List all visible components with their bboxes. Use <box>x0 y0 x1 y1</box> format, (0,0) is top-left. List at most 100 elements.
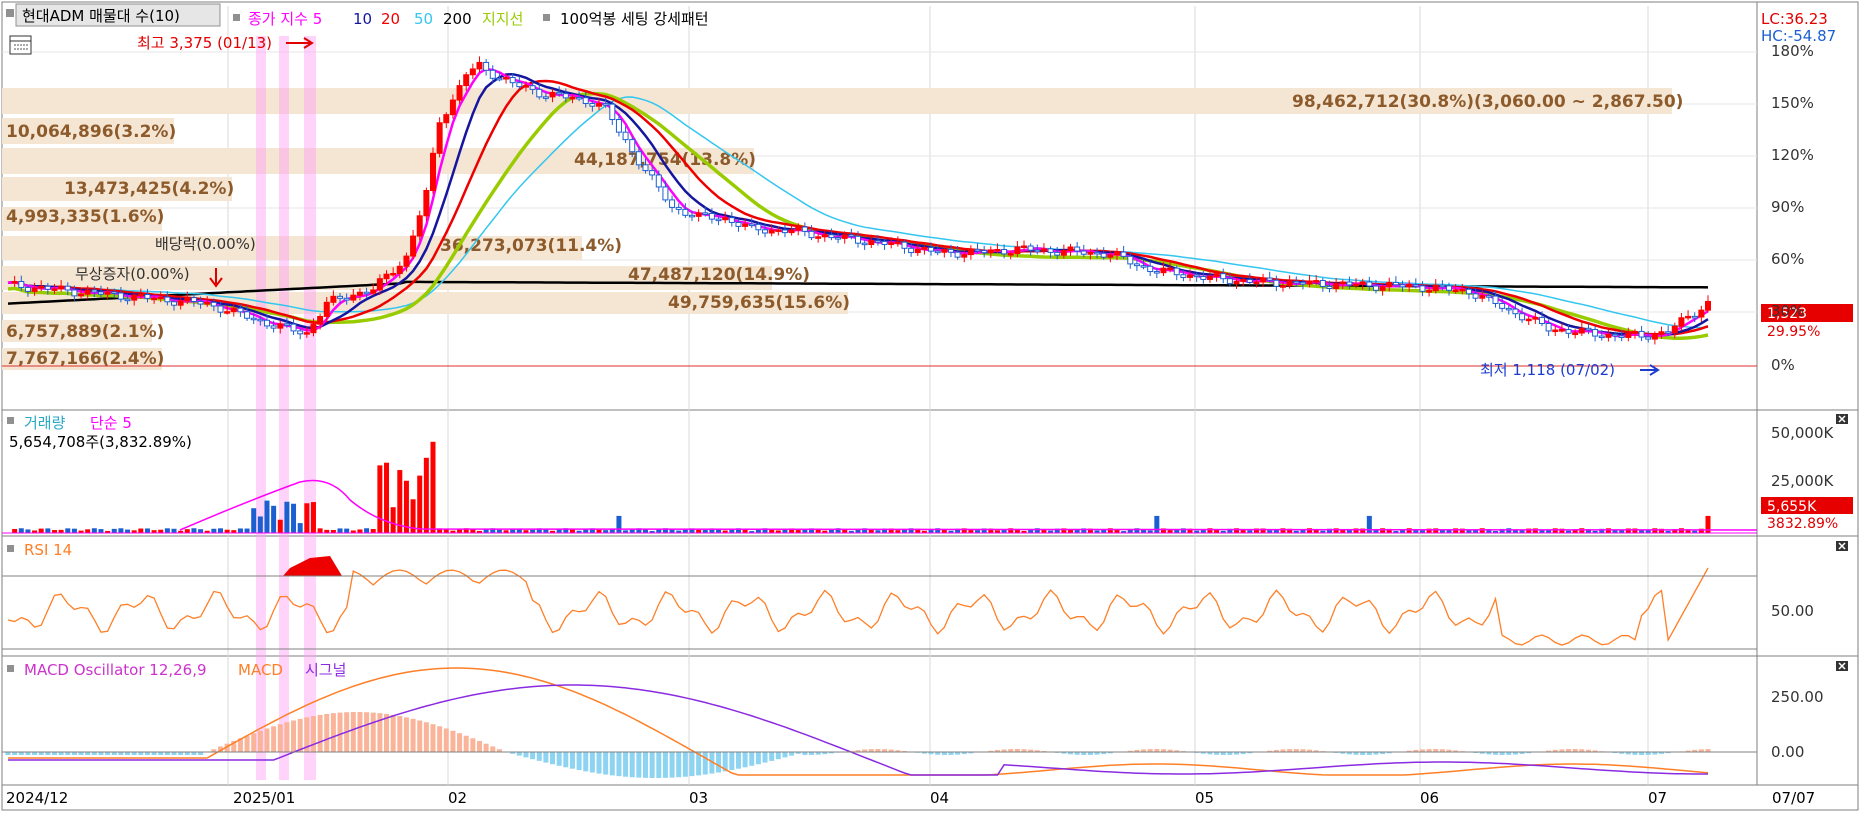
volume-bar <box>338 528 343 533</box>
candle-body <box>650 171 655 175</box>
candle-body <box>377 279 382 290</box>
candle-body <box>19 281 24 287</box>
chart-canvas: 98,462,712(30.8%)(3,060.00 ~ 2,867.50) 10… <box>0 0 1863 812</box>
candle-body <box>1121 252 1126 256</box>
last-volume: 5,655K <box>1767 499 1817 515</box>
macd-osc-bar <box>291 720 296 752</box>
x-tick: 2025/01 <box>233 789 295 807</box>
legend-marker <box>233 14 240 21</box>
macd-osc-label[interactable]: MACD Oscillator 12,26,9 <box>24 661 207 679</box>
candle-body <box>1154 272 1159 274</box>
volume-bar <box>185 529 190 533</box>
calendar-icon[interactable] <box>10 36 31 54</box>
macd-osc-bar <box>517 752 522 756</box>
candle-body <box>1041 249 1046 251</box>
macd-osc-bar <box>424 722 429 752</box>
volume-bar <box>12 529 17 533</box>
legend-ma200[interactable]: 200 <box>443 10 472 28</box>
legend-ma10[interactable]: 10 <box>353 10 372 28</box>
candle-body <box>1128 256 1133 264</box>
volume-bar <box>238 528 243 533</box>
legend-support[interactable]: 지지선 <box>482 10 523 28</box>
candle-body <box>39 286 44 288</box>
volume-bar <box>271 506 276 533</box>
macd-osc-bar <box>776 752 781 759</box>
macd-osc-bar <box>417 720 422 752</box>
volume-bar <box>391 507 396 533</box>
legend-ma5[interactable]: 종가 지수 5 <box>248 10 322 28</box>
low-note: 최저 1,118 (07/02) <box>1480 361 1615 379</box>
volume-bar <box>1407 528 1412 533</box>
candle-body <box>98 292 103 294</box>
volume-bar <box>72 529 77 533</box>
volume-bar <box>45 528 50 533</box>
volume-bar <box>258 516 263 533</box>
volume-ma-label[interactable]: 단순 5 <box>90 414 132 432</box>
macd-osc-bar <box>258 731 263 752</box>
candle-body <box>643 165 648 171</box>
candle-body <box>909 248 914 252</box>
profile-label: 49,759,635(15.6%) <box>668 293 850 313</box>
volume-bar <box>1506 528 1511 533</box>
volume-bar <box>304 503 309 533</box>
macd-label[interactable]: MACD <box>238 661 283 679</box>
macd-osc-bar <box>749 752 754 766</box>
candle-body <box>1108 255 1113 257</box>
candle-body <box>331 296 336 302</box>
macd-osc-bar <box>557 752 562 766</box>
legend-pattern[interactable]: 100억봉 세팅 강세패턴 <box>560 10 709 28</box>
candle-body <box>723 218 728 220</box>
y-tick: 60% <box>1771 250 1804 268</box>
candle-body <box>251 318 256 320</box>
macd-osc-bar <box>318 715 323 752</box>
candle-body <box>763 230 768 233</box>
candle-body <box>504 78 509 80</box>
stock-title: 현대ADM 매물대 수(10) <box>22 7 180 25</box>
candle-body <box>1035 250 1040 252</box>
profile-label: 98,462,712(30.8%)(3,060.00 ~ 2,867.50) <box>1292 92 1683 112</box>
candle-body <box>1081 251 1086 254</box>
macd-osc-bar <box>736 752 741 769</box>
rsi-label[interactable]: RSI 14 <box>24 541 72 559</box>
close-icon[interactable] <box>1836 661 1848 671</box>
volume-bar <box>198 529 203 533</box>
close-icon[interactable] <box>1836 541 1848 551</box>
candle-body <box>1300 282 1305 284</box>
candle-body <box>975 249 980 251</box>
candle-body <box>397 266 402 273</box>
legend-ma50[interactable]: 50 <box>414 10 433 28</box>
candle-body <box>311 324 316 332</box>
candle-body <box>1520 314 1525 320</box>
candle-body <box>338 296 343 298</box>
candle-body <box>1360 282 1365 284</box>
candle-body <box>1148 266 1153 271</box>
candle-body <box>955 252 960 257</box>
candle-body <box>417 216 422 236</box>
macd-osc-bar <box>338 713 343 752</box>
candle-body <box>191 298 196 302</box>
volume-bar <box>112 529 117 533</box>
candle-body <box>278 324 283 328</box>
macd-osc-bar <box>437 726 442 752</box>
volume-label[interactable]: 거래량 <box>24 414 66 432</box>
candle-body <box>132 295 137 300</box>
signal-label[interactable]: 시그널 <box>305 661 346 679</box>
close-icon[interactable] <box>1836 414 1848 424</box>
candle-body <box>437 123 442 154</box>
candle-body <box>357 292 362 295</box>
candle-body <box>65 286 70 290</box>
candle-body <box>895 242 900 244</box>
candle-body <box>982 251 987 253</box>
candle-body <box>557 92 562 94</box>
volume-bar <box>251 508 256 533</box>
last-volume-pct: 3832.89% <box>1767 516 1838 532</box>
macd-osc-bar <box>703 752 708 775</box>
macd-osc-bar <box>583 752 588 771</box>
candle-body <box>789 230 794 232</box>
legend-ma20[interactable]: 20 <box>381 10 400 28</box>
candle-body <box>490 70 495 78</box>
legend-marker <box>7 665 14 672</box>
candle-body <box>1174 268 1179 275</box>
candle-body <box>510 78 515 83</box>
volume-bar <box>145 528 150 533</box>
